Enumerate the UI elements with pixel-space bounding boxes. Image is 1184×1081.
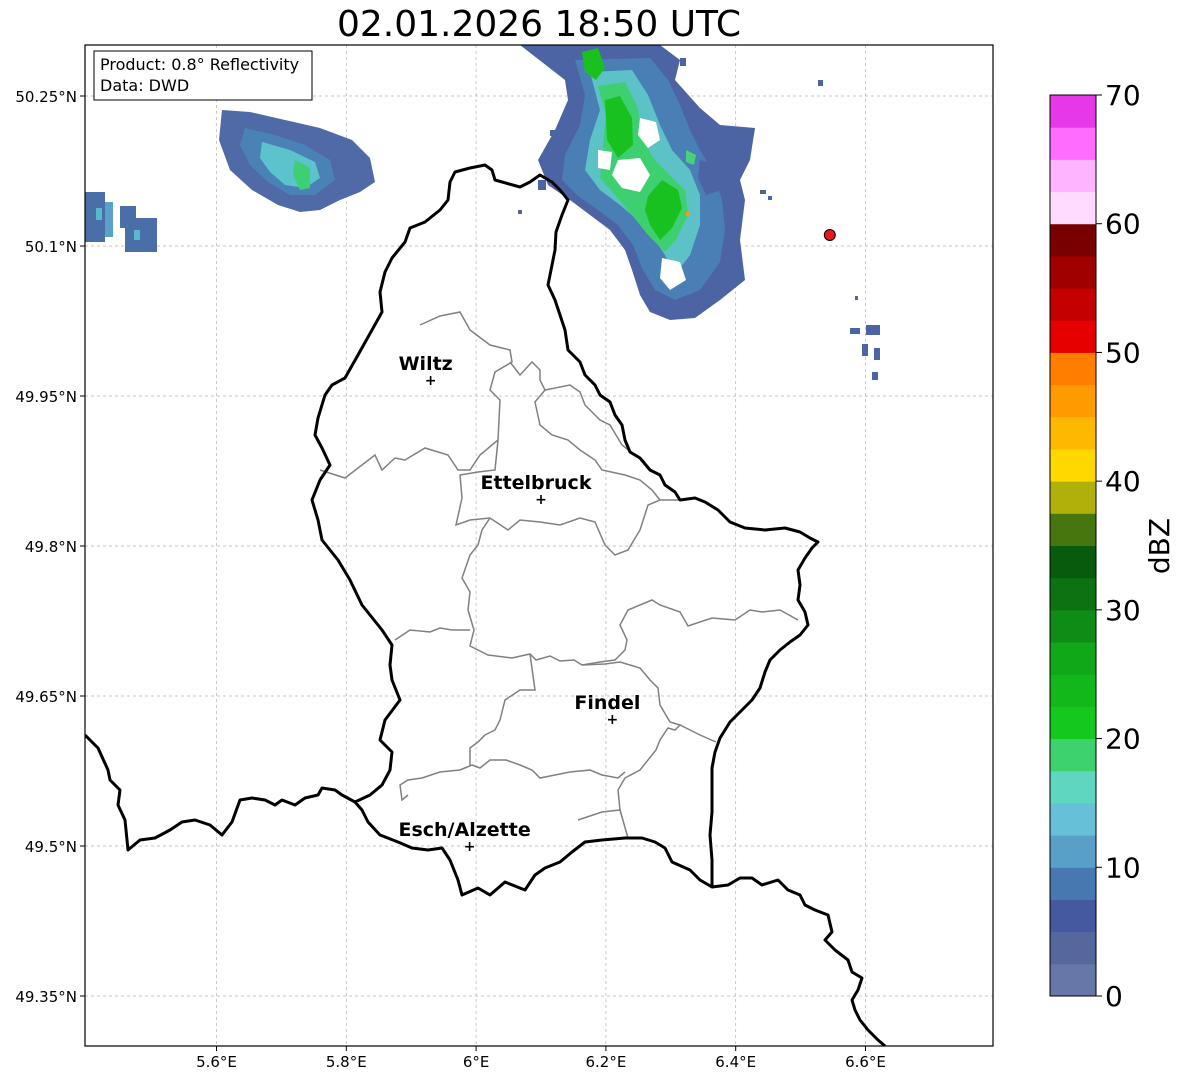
colorbar-segment <box>1050 416 1096 450</box>
lat-tick-label: 49.8°N <box>25 538 77 556</box>
info-source: Data: DWD <box>100 76 189 95</box>
colorbar-segment <box>1050 352 1096 386</box>
lon-tick-label: 6°E <box>463 1053 490 1071</box>
colorbar-tick-label: 0 <box>1105 980 1123 1013</box>
colorbar-segment <box>1050 545 1096 579</box>
colorbar-label: dBZ <box>1143 518 1176 574</box>
lat-tick-label: 50.25°N <box>15 88 77 106</box>
city-marker-icon: + <box>425 373 437 389</box>
colorbar-segment <box>1050 384 1096 418</box>
lon-tick-label: 6.2°E <box>585 1053 626 1071</box>
colorbar-segment <box>1050 931 1096 965</box>
colorbar-tick-label: 30 <box>1105 594 1141 627</box>
colorbar-segment <box>1050 609 1096 643</box>
colorbar-tick-label: 20 <box>1105 723 1141 756</box>
colorbar-segment <box>1050 191 1096 225</box>
colorbar-segment <box>1050 577 1096 611</box>
colorbar-segment <box>1050 642 1096 675</box>
radar-map: Product: 0.8° Reflectivity Data: DWD 5.6… <box>15 44 1176 1071</box>
colorbar-segment <box>1050 867 1096 900</box>
colorbar-segment <box>1050 963 1096 997</box>
city-label: Esch/Alzette <box>398 819 530 841</box>
lon-tick-label: 5.8°E <box>326 1053 367 1071</box>
map-background <box>85 45 993 1046</box>
colorbar-segment <box>1050 481 1096 514</box>
city-marker-icon: + <box>607 712 619 728</box>
colorbar-segment <box>1050 448 1096 482</box>
lat-tick-label: 50.1°N <box>25 238 77 256</box>
colorbar-segment <box>1050 288 1096 321</box>
colorbar-tick-label: 40 <box>1105 465 1141 498</box>
colorbar-tick-label: 10 <box>1105 851 1141 884</box>
lon-tick-label: 5.6°E <box>196 1053 237 1071</box>
colorbar-segment <box>1050 513 1096 546</box>
location-marker <box>823 229 836 241</box>
colorbar-segment <box>1050 95 1096 128</box>
colorbar-segment <box>1050 802 1096 836</box>
colorbar-tick-label: 70 <box>1105 79 1141 112</box>
city-label: Ettelbruck <box>481 472 592 494</box>
colorbar-tick-label: 60 <box>1105 208 1141 241</box>
city-label: Wiltz <box>399 353 453 375</box>
location-dot-icon <box>823 229 836 241</box>
lon-tick-label: 6.6°E <box>845 1053 886 1071</box>
lon-tick-label: 6.4°E <box>715 1053 756 1071</box>
lat-tick-label: 49.35°N <box>15 988 77 1006</box>
colorbar-segment <box>1050 127 1096 160</box>
colorbar-tick-label: 50 <box>1105 336 1141 369</box>
colorbar-segment <box>1050 223 1096 257</box>
colorbar-segment <box>1050 706 1096 740</box>
colorbar-segment <box>1050 835 1096 868</box>
colorbar-segment <box>1050 320 1096 353</box>
info-product: Product: 0.8° Reflectivity <box>100 55 299 74</box>
colorbar-segment <box>1050 770 1096 804</box>
city-marker-icon: + <box>464 839 476 855</box>
colorbar: 0 10 20 30 40 50 60 70 dBZ <box>1049 79 1176 1013</box>
lat-tick-label: 49.95°N <box>15 388 77 406</box>
colorbar-segment <box>1050 738 1096 772</box>
city-marker-icon: + <box>535 492 547 508</box>
city-label: Findel <box>574 692 640 714</box>
info-box: Product: 0.8° Reflectivity Data: DWD <box>93 50 313 101</box>
colorbar-segment <box>1050 255 1096 289</box>
lat-tick-label: 49.65°N <box>15 688 77 706</box>
colorbar-segment <box>1050 899 1096 933</box>
lat-tick-label: 49.5°N <box>25 838 77 856</box>
colorbar-segment <box>1050 159 1096 193</box>
colorbar-segment <box>1050 674 1096 707</box>
